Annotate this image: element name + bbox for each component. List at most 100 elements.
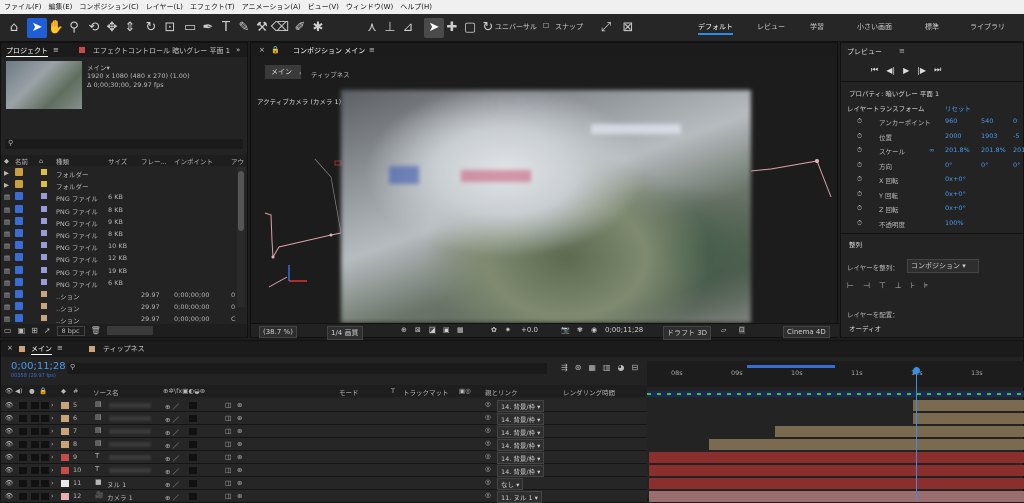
3d-layer-icon[interactable]: ◫ — [225, 401, 231, 409]
parent-dropdown[interactable]: 11. ヌル 1 ▾ — [497, 491, 542, 503]
visibility-eye-icon[interactable]: 👁 — [5, 453, 13, 461]
audio-toggle[interactable] — [19, 402, 27, 409]
3d-layer-icon[interactable]: ◫ — [225, 440, 231, 448]
pick-whip-icon[interactable]: ◎ — [485, 426, 491, 434]
project-list-item[interactable]: ▤ PNG ファイル 6 KB — [1, 192, 247, 203]
label-color-swatch[interactable] — [41, 193, 47, 200]
breadcrumb-main[interactable]: メイン — [265, 65, 301, 79]
label-color-swatch[interactable] — [41, 278, 47, 285]
property-value-1[interactable]: 0x+0° — [945, 190, 966, 198]
layer-switches[interactable]: ⊕ ／ — [165, 492, 179, 502]
stopwatch-icon[interactable]: ⏱ — [857, 161, 862, 170]
project-list-item[interactable]: ▤ PNG ファイル 8 KB — [1, 229, 247, 240]
timeline-layer-row[interactable]: 👁 › 9 T ⊕ ／ ◫ ⊛ ◎ 14. 背景/枠 ▾ — [1, 451, 647, 464]
menu-item[interactable]: ウィンドウ(W) — [346, 2, 393, 12]
layer-name-blurred[interactable] — [109, 455, 151, 460]
audio-toggle[interactable] — [19, 480, 27, 487]
trash-icon[interactable]: 🗑 — [91, 326, 101, 335]
menu-item[interactable]: エフェクト(T) — [190, 2, 235, 12]
3d-layer-icon[interactable]: ◫ — [225, 492, 231, 500]
label-color-swatch[interactable] — [41, 315, 47, 322]
expand-arrow-icon[interactable]: › — [51, 401, 54, 409]
lock-icon[interactable]: 🔒 — [271, 46, 280, 54]
snap-target-icon[interactable]: ⊠ — [618, 18, 638, 38]
show-snapshot-icon[interactable]: ✾ — [577, 326, 583, 334]
solo-toggle[interactable] — [31, 454, 39, 461]
preview-menu-icon[interactable]: ≡ — [899, 47, 905, 55]
solo-toggle[interactable] — [31, 428, 39, 435]
timeline-menu-icon[interactable]: ≡ — [57, 344, 63, 352]
property-value-1[interactable]: 0x+0° — [945, 204, 966, 212]
layer-duration-bar[interactable] — [709, 439, 1024, 450]
stopwatch-icon[interactable]: ⏱ — [857, 146, 862, 155]
menu-item[interactable]: ヘルプ(H) — [400, 2, 432, 12]
pick-whip-icon[interactable]: ◎ — [485, 452, 491, 460]
pick-whip-icon[interactable]: ◎ — [485, 478, 491, 486]
timeline-layer-row[interactable]: 👁 › 6 ▤ ⊕ ／ ◫ ⊛ ◎ 14. 背景/枠 ▾ — [1, 412, 647, 425]
align-top-icon[interactable]: ⊥ — [895, 281, 902, 290]
layer-name-blurred[interactable] — [109, 429, 151, 434]
layer-transform-section[interactable]: レイヤートランスフォーム — [847, 103, 924, 113]
tab-project[interactable]: プロジェクト — [6, 46, 48, 57]
timeline-search-input[interactable]: ⚲ — [67, 363, 547, 374]
lock-toggle[interactable] — [41, 402, 49, 409]
tab-composition-main[interactable]: コンポジション メイン — [293, 46, 365, 56]
menu-item[interactable]: アニメーション(A) — [242, 2, 301, 12]
project-list-item[interactable]: ▤ PNG ファイル 10 KB — [1, 241, 247, 252]
label-color-swatch[interactable] — [41, 254, 47, 261]
puppet-tool-icon[interactable]: ✱ — [308, 18, 328, 38]
expand-arrow-icon[interactable]: › — [51, 479, 54, 487]
more-tabs-icon[interactable]: » — [236, 46, 240, 54]
draft-3d-button[interactable]: ドラフト 3D — [663, 326, 712, 340]
prev-frame-icon[interactable]: ◀| — [886, 66, 895, 75]
layer-label-color[interactable] — [61, 493, 69, 500]
audio-toggle[interactable] — [19, 415, 27, 422]
interpret-footage-icon[interactable]: ▭ — [4, 326, 12, 335]
dolly-tool-icon[interactable]: ⇕ — [120, 18, 140, 38]
visibility-eye-icon[interactable]: 👁 — [5, 479, 13, 487]
visibility-eye-icon[interactable]: 👁 — [5, 492, 13, 500]
layer-switches[interactable]: ⊕ ／ — [165, 466, 179, 476]
layer-name[interactable]: カメラ 1 — [107, 492, 133, 502]
disclosure-arrow-icon[interactable]: ▶ — [4, 181, 9, 189]
property-value-1[interactable]: 960 — [945, 117, 957, 125]
clone-stamp-tool-icon[interactable]: ⚒ — [252, 18, 272, 38]
layer-duration-bar[interactable] — [913, 413, 1024, 424]
expand-arrow-icon[interactable]: › — [51, 492, 54, 500]
rotate-tool-icon[interactable]: ↻ — [141, 18, 161, 38]
solo-toggle[interactable] — [31, 467, 39, 474]
lock-toggle[interactable] — [41, 454, 49, 461]
stopwatch-icon[interactable]: ⏱ — [857, 219, 862, 228]
playhead[interactable] — [913, 367, 920, 501]
workspace-small-screen[interactable]: 小さい画面 — [857, 22, 892, 32]
parent-dropdown[interactable]: 14. 背景/枠 ▾ — [497, 400, 545, 412]
next-frame-icon[interactable]: |▶ — [917, 66, 926, 75]
switch-box[interactable] — [189, 493, 197, 500]
property-value-3[interactable]: 0° — [1013, 161, 1020, 169]
label-color-swatch[interactable] — [41, 181, 47, 188]
last-frame-icon[interactable]: ⏭ — [934, 65, 941, 75]
visibility-eye-icon[interactable]: 👁 — [5, 427, 13, 435]
timeline-layer-row[interactable]: 👁 › 7 ▤ ⊕ ／ ◫ ⊛ ◎ 14. 背景/枠 ▾ — [1, 425, 647, 438]
lock-toggle[interactable] — [41, 415, 49, 422]
project-list-item[interactable]: ▤ PNG ファイル 12 KB — [1, 253, 247, 264]
col-name[interactable]: 名前 — [15, 156, 28, 166]
solo-icon[interactable]: ● — [29, 387, 35, 395]
solo-toggle[interactable] — [31, 402, 39, 409]
workspace-default[interactable]: デフォルト — [698, 22, 733, 35]
visibility-eye-icon[interactable]: 👁 — [5, 401, 13, 409]
switch-box[interactable] — [189, 454, 197, 461]
label-color-swatch[interactable] — [41, 217, 47, 224]
align-vcenter-icon[interactable]: ⊦ — [911, 281, 915, 290]
layer-duration-bar[interactable] — [649, 465, 1024, 476]
3d-move-tool-icon[interactable]: ✚ — [442, 18, 462, 38]
audio-icon[interactable]: ◀) — [15, 387, 23, 395]
color-management-icon[interactable]: ✷ — [505, 326, 511, 334]
layer-switches[interactable]: ⊕ ／ — [165, 414, 179, 424]
align-to-dropdown[interactable]: コンポジション ▾ — [907, 259, 979, 273]
label-color-swatch[interactable] — [41, 230, 47, 236]
property-value-2[interactable]: 540 — [981, 117, 993, 125]
zoom-tool-icon[interactable]: ⚲ — [64, 18, 84, 38]
layer-3d-switch[interactable]: ⊛ — [237, 453, 242, 461]
3d-select-tool-icon[interactable]: ➤ — [424, 18, 444, 38]
